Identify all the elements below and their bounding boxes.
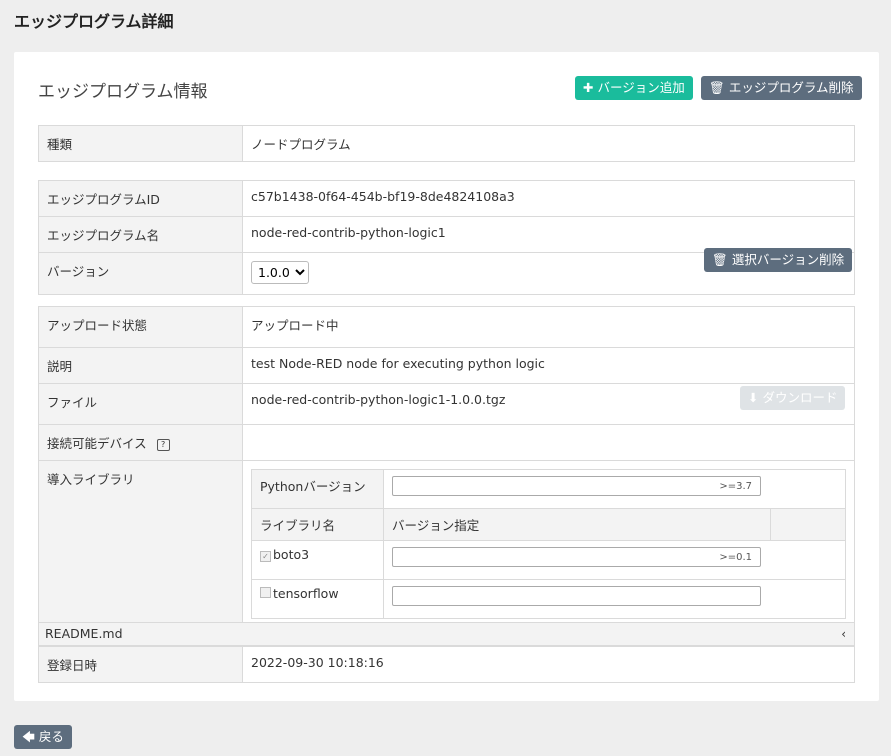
table-row: アップロード状態 アップロード中 [38, 306, 855, 348]
library-name-cell: ✓ boto3 [251, 540, 384, 580]
id-label: エッジプログラムID [38, 180, 243, 217]
back-button[interactable]: 🡄 戻る [14, 725, 72, 749]
library-version-input[interactable] [392, 586, 761, 606]
card-title: エッジプログラム情報 [38, 82, 208, 102]
devices-value [242, 424, 855, 461]
download-icon: ⬇ [748, 390, 759, 405]
libraries-label: 導入ライブラリ [38, 460, 243, 638]
readme-label: README.md [45, 626, 123, 641]
details-table: アップロード状態 アップロード中 説明 test Node-RED node f… [38, 306, 855, 638]
download-label: ダウンロード [762, 390, 838, 405]
libraries-table: Pythonバージョン >=3.7 ライブラリ名 バージョン指定 ✓boto3 [251, 469, 846, 619]
readme-toggle[interactable]: README.md ‹ [38, 622, 855, 646]
plus-icon: ✚ [583, 80, 594, 95]
library-version-cell [383, 579, 846, 619]
registered-value: 2022-09-30 10:18:16 [242, 646, 855, 683]
program-info-card: エッジプログラム情報 ✚ バージョン追加 🗑 エッジプログラム削除 種類 ノード… [14, 52, 879, 701]
library-version-input[interactable]: >=0.1 [392, 547, 761, 567]
library-name-cell: tensorflow [251, 579, 384, 619]
trash-icon: 🗑 [709, 80, 725, 95]
table-row: Pythonバージョン >=3.7 [251, 469, 846, 509]
library-checkbox[interactable]: ✓ [260, 551, 271, 562]
delete-program-button[interactable]: 🗑 エッジプログラム削除 [701, 76, 862, 100]
library-name: tensorflow [273, 586, 339, 601]
table-row: 説明 test Node-RED node for executing pyth… [38, 347, 855, 384]
description-value: test Node-RED node for executing python … [242, 347, 855, 384]
library-name: boto3 [273, 547, 310, 562]
name-label: エッジプログラム名 [38, 216, 243, 253]
version-select[interactable]: 1.0.0 [251, 261, 309, 284]
col-version-spec: バージョン指定 [383, 508, 771, 541]
type-value: ノードプログラム [242, 125, 855, 162]
registered-label: 登録日時 [38, 646, 243, 683]
page-title: エッジプログラム詳細 [14, 12, 174, 31]
delete-version-button[interactable]: 🗑 選択バージョン削除 [704, 248, 853, 272]
file-label: ファイル [38, 383, 243, 425]
devices-label: 接続可能デバイス [47, 436, 147, 451]
table-row: ファイル node-red-contrib-python-logic1-1.0.… [38, 383, 855, 425]
table-row: 種類 ノードプログラム [38, 125, 855, 162]
devices-label-cell: 接続可能デバイス? [38, 424, 243, 461]
libraries-cell: Pythonバージョン >=3.7 ライブラリ名 バージョン指定 ✓boto3 [242, 460, 855, 638]
library-version-cell: >=0.1 [383, 540, 846, 580]
table-row: 導入ライブラリ Pythonバージョン >=3.7 ライブラリ名 バージョン指定 [38, 460, 855, 638]
table-row: 接続可能デバイス? [38, 424, 855, 461]
add-version-label: バージョン追加 [597, 80, 685, 95]
type-table: 種類 ノードプログラム [38, 125, 855, 162]
delete-version-label: 選択バージョン削除 [731, 252, 845, 267]
trash-icon: 🗑 [712, 252, 728, 267]
table-row: tensorflow [251, 579, 846, 619]
id-value: c57b1438-0f64-454b-bf19-8de4824108a3 [242, 180, 855, 217]
python-version-label: Pythonバージョン [251, 469, 384, 509]
upload-status-value: アップロード中 [242, 306, 855, 348]
add-version-button[interactable]: ✚ バージョン追加 [575, 76, 693, 100]
description-label: 説明 [38, 347, 243, 384]
col-empty [770, 508, 846, 541]
type-label: 種類 [38, 125, 243, 162]
arrow-left-icon: 🡄 [22, 729, 35, 744]
chevron-left-icon: ‹ [841, 627, 846, 641]
upload-status-label: アップロード状態 [38, 306, 243, 348]
registered-table: 登録日時 2022-09-30 10:18:16 [38, 646, 855, 683]
python-version-input[interactable]: >=3.7 [392, 476, 761, 496]
table-row: エッジプログラムID c57b1438-0f64-454b-bf19-8de48… [38, 180, 855, 217]
table-header-row: ライブラリ名 バージョン指定 [251, 508, 846, 541]
download-button[interactable]: ⬇ ダウンロード [740, 386, 846, 410]
table-row: ✓ boto3 >=0.1 [251, 540, 846, 580]
python-version-cell: >=3.7 [383, 469, 846, 509]
help-icon[interactable]: ? [156, 438, 170, 451]
col-library-name: ライブラリ名 [251, 508, 384, 541]
info-table: エッジプログラムID c57b1438-0f64-454b-bf19-8de48… [38, 180, 855, 295]
table-row: 登録日時 2022-09-30 10:18:16 [38, 646, 855, 683]
delete-program-label: エッジプログラム削除 [728, 80, 854, 95]
back-label: 戻る [38, 729, 64, 744]
version-label: バージョン [38, 252, 243, 295]
library-checkbox[interactable] [260, 587, 271, 598]
